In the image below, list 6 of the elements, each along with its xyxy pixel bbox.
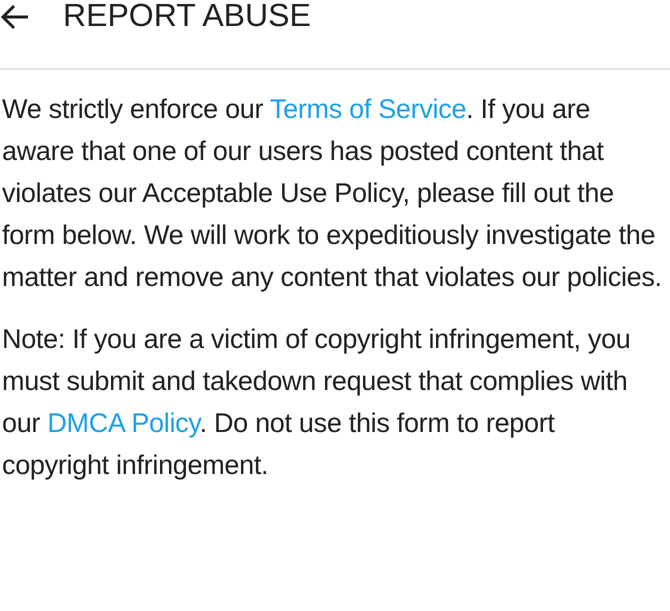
paragraph: We strictly enforce our Terms of Service. If you are aware that one of our users has posted content that violates our Acceptable Use Policy, please fill out the form below. We will work to expeditiously investigate the matter and remove any content that violates our policies. <box>2 93 663 294</box>
paragraph: Note: If you are a victim of copyright infringement, you must submit and takedown request that complies with our DMCA Policy. Do not use this form to report copyright infringement. <box>2 323 632 482</box>
page-title: REPORT ABUSE <box>63 0 311 34</box>
link[interactable]: DMCA Policy <box>47 408 200 438</box>
link[interactable]: Terms of Service <box>270 94 466 124</box>
back-arrow-icon[interactable] <box>0 4 30 30</box>
